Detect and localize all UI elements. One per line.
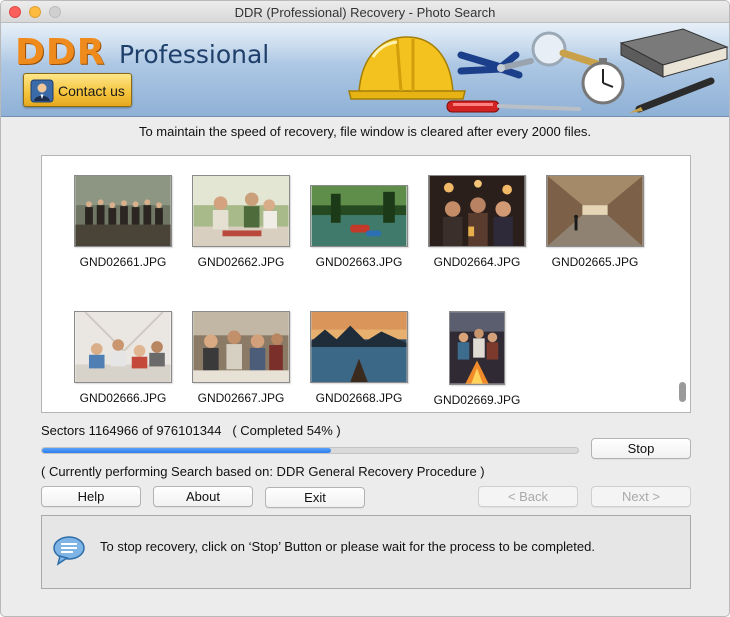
edition-label: Professional: [119, 40, 270, 69]
file-name: GND02661.JPG: [79, 255, 167, 269]
file-item[interactable]: GND02666.JPG: [73, 311, 173, 405]
file-name: GND02662.JPG: [197, 255, 285, 269]
next-button[interactable]: Next >: [591, 486, 691, 507]
file-name: GND02663.JPG: [315, 255, 403, 269]
photo-thumbnail: [74, 175, 172, 247]
file-item[interactable]: GND02667.JPG: [191, 311, 291, 405]
recovery-progress-bar: [41, 447, 579, 454]
photo-thumbnail: [546, 175, 644, 247]
magnifier-icon: [531, 31, 611, 71]
file-name: GND02668.JPG: [315, 391, 403, 405]
hard-hat-icon: [348, 36, 466, 100]
gallery-scrollbar[interactable]: [677, 158, 688, 410]
cleanup-notice: To maintain the speed of recovery, file …: [138, 124, 592, 139]
sectors-count: Sectors 1164966 of 976101344: [41, 423, 222, 438]
current-procedure-status: ( Currently performing Search based on: …: [41, 464, 485, 479]
completed-percent: ( Completed 54% ): [232, 423, 341, 438]
app-window: DDR (Professional) Recovery - Photo Sear…: [0, 0, 730, 617]
contact-us-button[interactable]: Contact us: [23, 73, 132, 107]
book-icon: [619, 28, 729, 78]
file-name: GND02669.JPG: [433, 393, 521, 407]
file-item[interactable]: GND02661.JPG: [73, 175, 173, 269]
file-item[interactable]: GND02668.JPG: [309, 311, 409, 405]
file-item[interactable]: GND02663.JPG: [309, 175, 409, 269]
photo-thumbnail: [74, 311, 172, 383]
progress-fill: [42, 448, 332, 453]
photo-thumbnail: [310, 311, 408, 383]
photo-thumbnail: [192, 311, 290, 383]
help-button[interactable]: Help: [41, 486, 141, 507]
contact-us-label: Contact us: [58, 83, 125, 99]
back-button[interactable]: < Back: [478, 486, 578, 507]
photo-thumbnail: [428, 175, 526, 247]
scrollbar-thumb[interactable]: [679, 382, 686, 402]
instruction-text: To stop recovery, click on ‘Stop’ Button…: [100, 539, 595, 554]
exit-button[interactable]: Exit: [265, 487, 365, 508]
file-item[interactable]: GND02665.JPG: [545, 175, 645, 269]
file-item[interactable]: GND02669.JPG: [427, 311, 527, 407]
brand-logo-text: DDR: [15, 32, 106, 73]
file-name: GND02665.JPG: [551, 255, 639, 269]
instruction-panel: To stop recovery, click on ‘Stop’ Button…: [41, 515, 691, 589]
stop-button[interactable]: Stop: [591, 438, 691, 459]
screwdriver-icon: [446, 100, 581, 113]
window-title: DDR (Professional) Recovery - Photo Sear…: [234, 5, 496, 20]
about-button[interactable]: About: [153, 486, 253, 507]
file-name: GND02666.JPG: [79, 391, 167, 405]
speech-bubble-icon: [53, 536, 85, 566]
title-bar: DDR (Professional) Recovery - Photo Sear…: [1, 1, 729, 23]
photo-thumbnail: [310, 185, 408, 247]
sector-progress-text: Sectors 1164966 of 976101344 ( Completed…: [41, 423, 341, 438]
header-banner: DDR Professional Contact us: [1, 23, 729, 117]
photo-thumbnail: [449, 311, 505, 385]
fountain-pen-icon: [629, 77, 715, 113]
recovered-files-panel: GND02661.JPG GND02662.JPG GND02663.JPG G…: [41, 155, 691, 413]
file-item[interactable]: GND02662.JPG: [191, 175, 291, 269]
photo-thumbnail: [192, 175, 290, 247]
person-icon: [30, 79, 54, 103]
recovery-tools-illustration: [348, 28, 729, 113]
file-name: GND02667.JPG: [197, 391, 285, 405]
file-name: GND02664.JPG: [433, 255, 521, 269]
file-item[interactable]: GND02664.JPG: [427, 175, 527, 269]
pliers-icon: [457, 51, 534, 79]
